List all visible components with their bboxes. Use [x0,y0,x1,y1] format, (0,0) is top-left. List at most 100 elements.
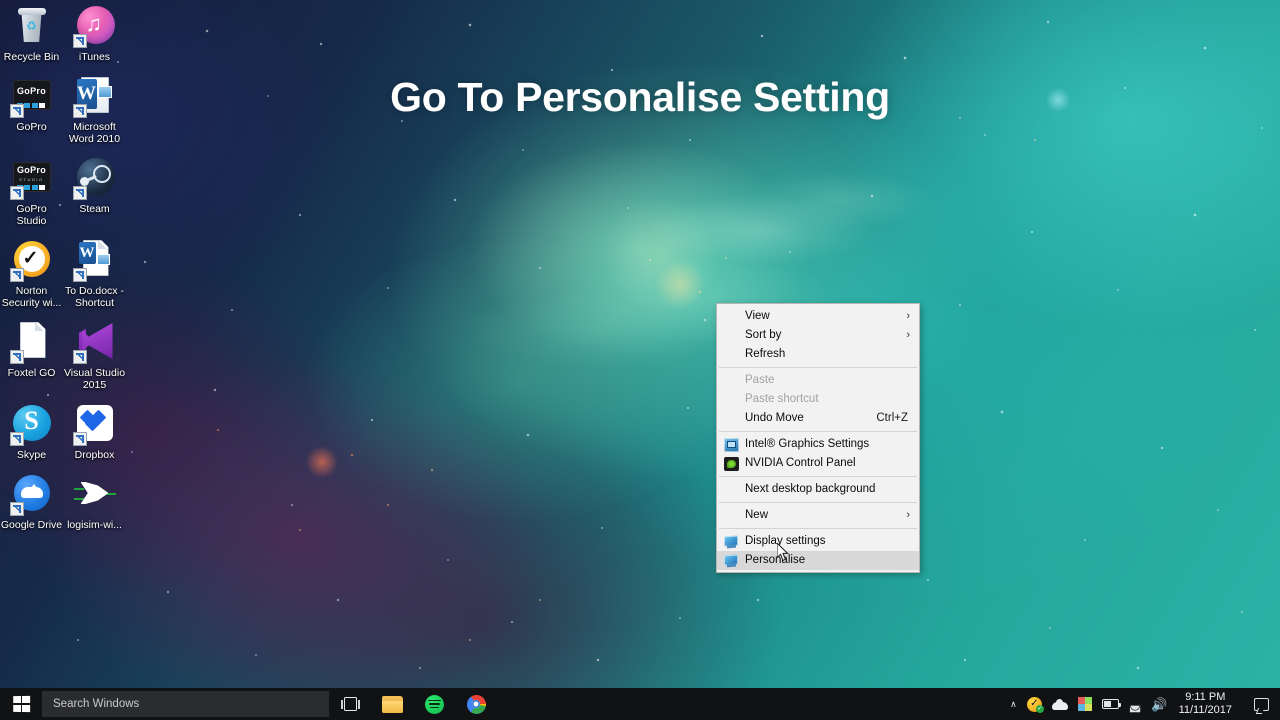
desktop-context-menu[interactable]: View › Sort by › Refresh Paste Paste sho… [716,303,920,573]
chevron-up-icon: ∧ [1010,698,1017,709]
tray-expand-button[interactable]: ∧ [1005,688,1022,720]
word-document-icon: W [72,238,117,282]
battery-tray-button[interactable] [1097,688,1124,720]
desktop-icon-skype[interactable]: S Skype [0,402,63,461]
menu-separator [719,502,917,503]
wifi-tray-button[interactable]: ◛ [1124,688,1147,720]
task-view-icon [340,697,360,711]
desktop-icon-foxtel-go[interactable]: Foxtel GO [0,320,63,391]
nvidia-icon [724,456,739,471]
spotify-button[interactable] [413,688,455,720]
start-button[interactable] [0,688,42,720]
shortcut-arrow-icon [72,432,87,446]
menu-item-personalise[interactable]: Personalise [717,551,919,570]
visual-studio-icon [72,320,117,364]
desktop-icon-norton-security[interactable]: ✓ Norton Security wi... [0,238,63,309]
desktop-icon-visual-studio[interactable]: Visual Studio 2015 [63,320,126,391]
norton-tray-icon: ✓ [1026,696,1044,713]
menu-item-undo-move[interactable]: Undo Move Ctrl+Z [717,409,919,428]
action-center-button[interactable] [1242,688,1280,720]
onedrive-tray-button[interactable] [1047,688,1073,720]
desktop-icon-google-drive[interactable]: Google Drive [0,472,63,531]
task-view-button[interactable] [329,688,371,720]
page-title: Go To Personalise Setting [390,74,890,120]
menu-item-nvidia-control-panel[interactable]: NVIDIA Control Panel [717,454,919,473]
gopro-studio-icon: GoPro STUDIO [9,156,54,200]
search-placeholder: Search Windows [53,698,140,710]
desktop-icon-label: Steam [79,203,110,215]
desktop-icon-label: Visual Studio 2015 [63,367,126,391]
desktop-icon-label: To Do.docx - Shortcut [65,285,124,309]
chrome-button[interactable] [455,688,497,720]
desktop-icon-row: Foxtel GO Visual Studio 2015 [0,320,140,402]
color-tray-button[interactable] [1073,688,1097,720]
desktop-icon-label: Skype [16,449,47,461]
menu-item-sort-by[interactable]: Sort by › [717,326,919,345]
desktop-icon-steam[interactable]: Steam [63,156,126,227]
menu-item-label: NVIDIA Control Panel [745,457,856,469]
monitor-icon [724,535,739,549]
shortcut-arrow-icon [9,268,24,282]
windows-logo-icon [12,695,30,713]
desktop-icon-label: GoPro [16,121,47,133]
generic-file-icon [9,320,54,364]
menu-item-label: Intel® Graphics Settings [745,438,870,450]
intel-graphics-icon [724,437,739,452]
desktop-icon-gopro[interactable]: GoPro GoPro [0,74,63,145]
menu-separator [719,367,917,368]
monitor-icon [724,554,739,568]
desktop-icon-to-do-docx[interactable]: W To Do.docx - Shortcut [63,238,126,309]
menu-item-paste: Paste [717,371,919,390]
shortcut-arrow-icon [72,104,87,118]
color-tray-icon [1077,697,1092,711]
menu-item-label: Personalise [745,554,806,566]
steam-icon [72,156,117,200]
menu-item-next-desktop-background[interactable]: Next desktop background [717,480,919,499]
desktop-icon-logisim[interactable]: logisim-wi... [63,472,126,531]
volume-tray-button[interactable]: 🔊 [1146,688,1172,720]
clock[interactable]: 9:11 PM 11/11/2017 [1173,691,1242,717]
desktop-icon-dropbox[interactable]: Dropbox [63,402,126,461]
dropbox-icon [72,402,117,446]
menu-item-label: Paste [745,374,775,386]
folder-icon [381,695,403,713]
menu-item-label: Display settings [745,535,826,547]
menu-item-new[interactable]: New › [717,506,919,525]
menu-item-refresh[interactable]: Refresh [717,345,919,364]
desktop-icon-itunes[interactable]: ♫ iTunes [63,4,126,63]
search-input[interactable]: Search Windows [42,691,329,717]
wifi-tray-icon: ◛ [1128,696,1142,712]
file-explorer-button[interactable] [371,688,413,720]
desktop-icon-microsoft-word[interactable]: W Microsoft Word 2010 [63,74,126,145]
desktop-icon-label: Norton Security wi... [1,285,62,309]
shortcut-arrow-icon [9,186,24,200]
desktop-icon-row: Google Drive logisim-wi... [0,472,140,542]
menu-item-view[interactable]: View › [717,307,919,326]
norton-tray-button[interactable]: ✓ [1022,688,1047,720]
menu-separator [719,528,917,529]
logisim-icon [73,472,117,516]
chevron-right-icon: › [906,509,910,521]
menu-item-paste-shortcut: Paste shortcut [717,390,919,409]
chevron-right-icon: › [906,310,910,322]
shortcut-arrow-icon [72,34,87,48]
clock-time: 9:11 PM [1185,691,1226,703]
desktop-icon-recycle-bin[interactable]: ♻ Recycle Bin [0,4,63,63]
shortcut-arrow-icon [72,186,87,200]
skype-icon: S [9,402,54,446]
desktop-icon-label: Dropbox [74,449,115,461]
desktop-icon-gopro-studio[interactable]: GoPro STUDIO GoPro Studio [0,156,63,227]
menu-item-intel-graphics-settings[interactable]: Intel® Graphics Settings [717,435,919,454]
microsoft-word-icon: W [72,74,117,118]
desktop-icon-grid: ♻ Recycle Bin ♫ iTunes GoPro GoPro W Mic… [0,4,140,542]
chrome-icon [466,694,486,714]
system-tray: ∧ ✓ ◛ 🔊 9:11 PM 11/11/2017 [1005,688,1280,720]
shortcut-arrow-icon [72,350,87,364]
chevron-right-icon: › [906,329,910,341]
menu-item-label: Refresh [745,348,786,360]
menu-item-display-settings[interactable]: Display settings [717,532,919,551]
menu-item-label: Undo Move [745,412,804,424]
gopro-icon: GoPro [9,74,54,118]
desktop-screen: Go To Personalise Setting ♻ Recycle Bin … [0,0,1280,720]
menu-item-label: View [745,310,770,322]
